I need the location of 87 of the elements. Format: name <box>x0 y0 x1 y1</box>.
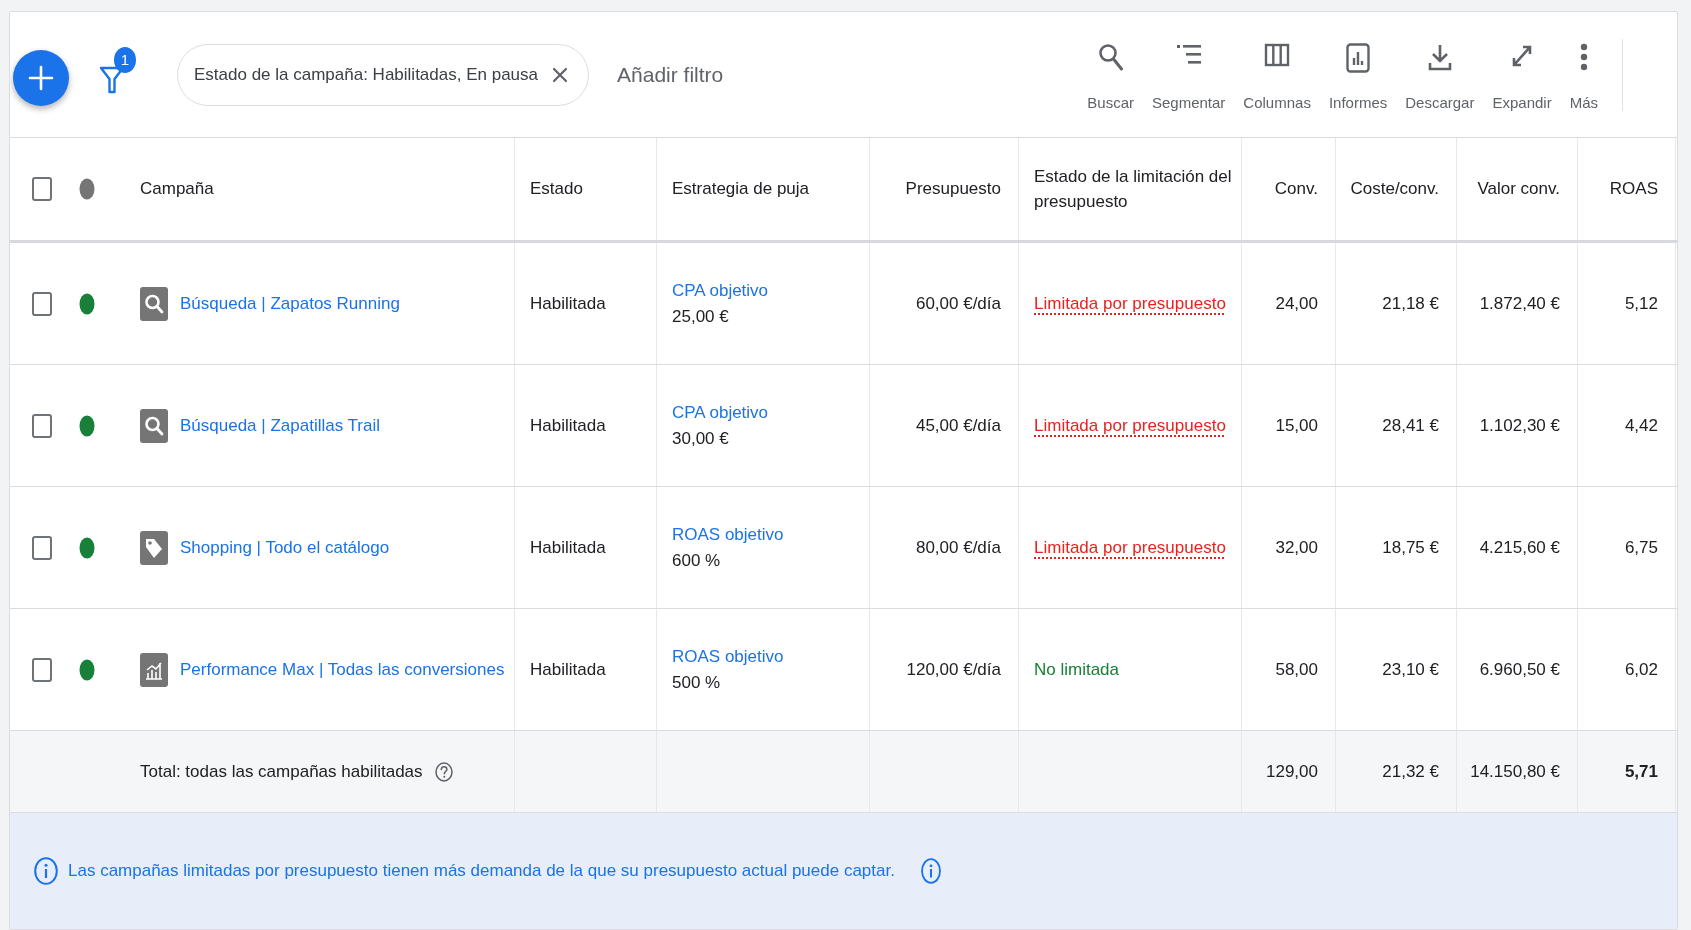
download-icon <box>1427 42 1452 71</box>
cost-per-conversion-value: 28,41 € <box>1382 415 1439 436</box>
total-conversion-value: 14.150,80 € <box>1470 761 1560 782</box>
toolbar-button[interactable]: Segmentar <box>1146 38 1232 111</box>
budget-limit-status[interactable]: Limitada por presupuesto <box>1034 415 1226 436</box>
bid-strategy-link[interactable]: ROAS objetivo <box>672 646 784 667</box>
total-roas: 5,71 <box>1624 761 1658 782</box>
roas-value: 4,42 <box>1624 415 1658 436</box>
column-header[interactable]: Estrategia de puja <box>672 176 810 202</box>
bar-chart-icon <box>1346 42 1371 73</box>
close-icon[interactable] <box>552 66 568 83</box>
campaign-link[interactable]: Shopping | Todo el catálogo <box>180 537 390 558</box>
roas-value: 5,12 <box>1624 293 1658 314</box>
toolbar-button[interactable]: Informes <box>1322 38 1394 111</box>
column-header[interactable]: Coste/conv. <box>1350 176 1439 202</box>
filter-chip-label: Estado de la campaña: Habilitadas, En pausa <box>194 64 538 85</box>
toolbar-button[interactable]: Columnas <box>1237 38 1317 111</box>
bid-strategy-link[interactable]: CPA objetivo <box>672 280 769 301</box>
plus-icon <box>28 64 54 91</box>
more-dots-icon <box>1579 42 1588 71</box>
roas-value: 6,02 <box>1624 659 1658 680</box>
campaign-link[interactable]: Búsqueda | Zapatillas Trail <box>180 415 381 436</box>
toolbar-button[interactable]: Más <box>1563 38 1604 111</box>
total-conversions: 129,00 <box>1266 761 1318 782</box>
filter-count-badge: 1 <box>114 46 136 73</box>
column-header[interactable]: Valor conv. <box>1477 176 1560 202</box>
search-icon <box>1097 42 1124 71</box>
row-checkbox[interactable] <box>32 291 52 316</box>
campaign-link[interactable]: Búsqueda | Zapatos Running <box>180 293 400 314</box>
help-icon[interactable] <box>434 761 453 782</box>
conversion-value: 6.960,50 € <box>1479 659 1560 680</box>
bid-target-text: 600 % <box>672 550 721 571</box>
bid-target-text: 30,00 € <box>672 428 729 449</box>
create-button[interactable] <box>13 49 69 106</box>
row-checkbox[interactable] <box>32 535 52 560</box>
info-icon[interactable] <box>920 858 941 884</box>
toolbar-button[interactable]: Descargar <box>1399 38 1481 111</box>
column-header[interactable]: ROAS <box>1609 176 1658 202</box>
status-text: Habilitada <box>530 293 606 314</box>
total-cost-per-conversion: 21,32 € <box>1382 761 1439 782</box>
conversion-value: 1.102,30 € <box>1479 415 1560 436</box>
budget-limit-status[interactable]: Limitada por presupuesto <box>1034 537 1226 558</box>
status-header-dot-icon <box>79 178 95 200</box>
select-all-checkbox[interactable] <box>32 177 52 201</box>
cost-per-conversion-value: 23,10 € <box>1382 659 1439 680</box>
toolbar-button[interactable]: Expandir <box>1486 38 1558 111</box>
row-checkbox[interactable] <box>32 657 52 682</box>
budget-text: 120,00 €/día <box>906 659 1001 680</box>
cost-per-conversion-value: 21,18 € <box>1382 293 1439 314</box>
conversions-value: 15,00 <box>1275 415 1318 436</box>
bid-strategy-link[interactable]: ROAS objetivo <box>672 524 784 545</box>
info-icon <box>34 857 58 885</box>
chart-tile-icon <box>140 652 168 687</box>
magnifier-tile-icon <box>140 286 168 321</box>
total-label: Total: todas las campañas habilitadas <box>140 761 423 782</box>
status-text: Habilitada <box>530 537 606 558</box>
cost-per-conversion-value: 18,75 € <box>1382 537 1439 558</box>
column-header[interactable]: Presupuesto <box>905 176 1001 202</box>
budget-text: 80,00 €/día <box>915 537 1001 558</box>
columns-icon <box>1264 42 1291 67</box>
add-filter-button[interactable]: Añadir filtro <box>613 58 728 91</box>
conversions-value: 32,00 <box>1275 537 1318 558</box>
tag-tile-icon <box>140 530 168 565</box>
toolbar-button[interactable]: Buscar <box>1081 38 1140 111</box>
segment-lines-icon <box>1175 42 1202 67</box>
column-header[interactable]: Estado <box>530 176 583 202</box>
conversion-value: 4.215,60 € <box>1479 537 1560 558</box>
conversions-value: 58,00 <box>1275 659 1318 680</box>
conversions-value: 24,00 <box>1275 293 1318 314</box>
bid-target-text: 25,00 € <box>672 306 729 327</box>
info-banner-text: Las campañas limitadas por presupuesto tienen más demanda de la que su presupuesto actual puede captar. <box>68 861 895 881</box>
status-text: Habilitada <box>530 415 606 436</box>
budget-text: 60,00 €/día <box>915 293 1001 314</box>
bid-strategy-link[interactable]: CPA objetivo <box>672 402 769 423</box>
budget-limit-status: No limitada <box>1034 659 1120 680</box>
roas-value: 6,75 <box>1624 537 1658 558</box>
conversion-value: 1.872,40 € <box>1479 293 1560 314</box>
column-header[interactable]: Conv. <box>1274 176 1318 202</box>
budget-limit-status[interactable]: Limitada por presupuesto <box>1034 293 1226 314</box>
status-text: Habilitada <box>530 659 606 680</box>
campaign-link[interactable]: Performance Max | Todas las conversiones <box>180 659 505 680</box>
budget-text: 45,00 €/día <box>915 415 1001 436</box>
magnifier-tile-icon <box>140 408 168 443</box>
bid-target-text: 500 % <box>672 672 721 693</box>
column-header[interactable]: Campaña <box>140 176 214 202</box>
row-checkbox[interactable] <box>32 413 52 438</box>
column-header[interactable]: Estado de la limitación del presupuesto <box>1034 163 1233 215</box>
